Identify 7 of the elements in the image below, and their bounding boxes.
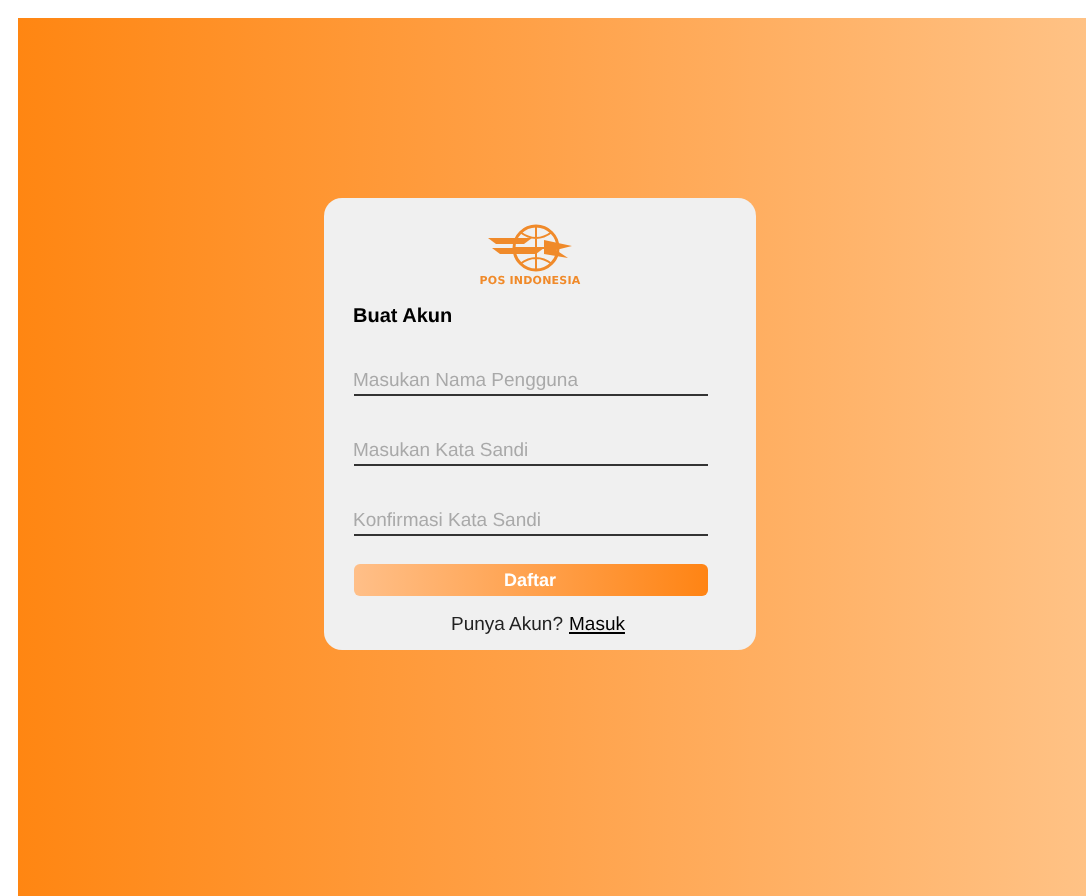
- input-field[interactable]: Konfirmasi Kata Sandi: [353, 510, 707, 536]
- login-link[interactable]: Masuk: [569, 614, 625, 636]
- eagle-globe-logo-icon: [484, 222, 576, 274]
- account-prompt: Punya Akun?: [451, 614, 563, 636]
- input-field[interactable]: Masukan Kata Sandi: [353, 440, 707, 466]
- form-title: Buat Akun: [353, 306, 455, 328]
- input-field[interactable]: Masukan Nama Pengguna: [353, 370, 707, 396]
